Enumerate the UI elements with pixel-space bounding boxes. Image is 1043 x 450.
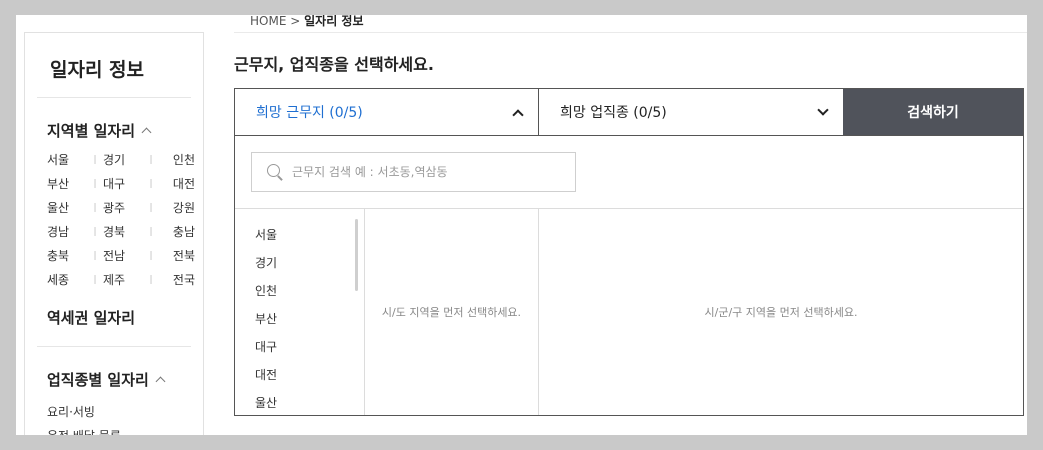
region-link[interactable]: 경북 — [103, 223, 143, 241]
region-link[interactable]: 경기 — [103, 151, 143, 169]
region-link[interactable]: 대전 — [159, 175, 195, 193]
page: HOME > 일자리 정보 일자리 정보 지역별 일자리 서울 | 경기 | 인천 … — [16, 15, 1027, 435]
breadcrumb-home[interactable]: HOME — [250, 15, 286, 28]
divider: | — [149, 227, 153, 237]
province-item[interactable]: 서울 — [255, 221, 364, 249]
region-section-label: 지역별 일자리 — [47, 122, 136, 140]
breadcrumb-current: 일자리 정보 — [304, 15, 364, 28]
job-section-label: 업직종별 일자리 — [47, 371, 149, 389]
region-link[interactable]: 세종 — [47, 271, 87, 289]
region-link[interactable]: 제주 — [103, 271, 143, 289]
city-column: 시/도 지역을 먼저 선택하세요. — [365, 209, 539, 415]
province-item[interactable]: 인천 — [255, 277, 364, 305]
region-link[interactable]: 충북 — [47, 247, 87, 265]
divider: | — [93, 179, 97, 189]
region-link[interactable]: 강원 — [159, 199, 195, 217]
region-section-toggle[interactable]: 지역별 일자리 — [37, 120, 191, 141]
province-item[interactable]: 경기 — [255, 249, 364, 277]
sidebar: 일자리 정보 지역별 일자리 서울 | 경기 | 인천 부산 | 대구 | 대전 울산 |… — [24, 32, 204, 435]
district-column-hint: 시/군/구 지역을 먼저 선택하세요. — [704, 306, 858, 319]
divider: | — [149, 251, 153, 261]
region-link[interactable]: 울산 — [47, 199, 87, 217]
divider: | — [149, 275, 153, 285]
province-item[interactable]: 부산 — [255, 305, 364, 333]
location-search-input[interactable] — [292, 165, 562, 179]
city-column-hint: 시/도 지역을 먼저 선택하세요. — [381, 306, 522, 319]
page-title: 근무지, 업직종을 선택하세요. — [234, 55, 434, 74]
breadcrumb: HOME > 일자리 정보 — [250, 15, 364, 29]
region-link[interactable]: 인천 — [159, 151, 195, 169]
district-column: 시/군/구 지역을 먼저 선택하세요. — [539, 209, 1023, 415]
sidebar-title: 일자리 정보 — [37, 33, 191, 98]
region-link[interactable]: 서울 — [47, 151, 87, 169]
province-item[interactable]: 대구 — [255, 333, 364, 361]
job-category-link[interactable]: 요리·서빙 — [47, 402, 191, 422]
breadcrumb-separator: > — [290, 15, 301, 28]
divider: | — [149, 179, 153, 189]
station-section-link[interactable]: 역세권 일자리 — [37, 307, 191, 347]
region-link[interactable]: 경남 — [47, 223, 87, 241]
search-icon — [266, 163, 284, 181]
location-selector-label: 희망 근무지 (0/5) — [256, 105, 363, 121]
region-link[interactable]: 광주 — [103, 199, 143, 217]
region-link[interactable]: 전남 — [103, 247, 143, 265]
region-link[interactable]: 전북 — [159, 247, 195, 265]
province-list: 서울 경기 인천 부산 대구 대전 울산 — [235, 209, 364, 415]
chevron-up-icon — [512, 108, 524, 121]
region-link[interactable]: 대구 — [103, 175, 143, 193]
divider: | — [93, 227, 97, 237]
divider: | — [93, 155, 97, 165]
region-picker: 서울 경기 인천 부산 대구 대전 울산 시/도 지역을 먼저 선택하세요. 시… — [235, 209, 1023, 415]
divider — [234, 32, 1027, 33]
divider: | — [93, 275, 97, 285]
province-scrollbar[interactable] — [355, 219, 358, 291]
divider: | — [149, 155, 153, 165]
province-item[interactable]: 울산 — [255, 389, 364, 415]
location-search-box — [251, 152, 576, 192]
province-item[interactable]: 대전 — [255, 361, 364, 389]
job-section-toggle[interactable]: 업직종별 일자리 — [37, 369, 191, 390]
divider: | — [93, 203, 97, 213]
region-link[interactable]: 부산 — [47, 175, 87, 193]
search-button[interactable]: 검색하기 — [843, 89, 1023, 135]
job-category-list: 요리·서빙 운전·배달·물류 — [37, 402, 191, 435]
region-link[interactable]: 전국 — [159, 271, 195, 289]
divider: | — [93, 251, 97, 261]
location-search-area — [235, 136, 1023, 209]
divider: | — [149, 203, 153, 213]
chevron-down-icon — [817, 103, 829, 116]
job-selector-tab[interactable]: 희망 업직종 (0/5) — [539, 89, 843, 135]
chevron-up-icon — [141, 127, 152, 138]
selector-bar: 희망 근무지 (0/5) 희망 업직종 (0/5) 검색하기 — [235, 89, 1023, 136]
region-list: 서울 | 경기 | 인천 부산 | 대구 | 대전 울산 | 광주 | 강원 경남 | 경북 |… — [37, 151, 195, 289]
province-column: 서울 경기 인천 부산 대구 대전 울산 — [235, 209, 365, 415]
chevron-up-icon — [155, 376, 166, 387]
job-search-panel: 희망 근무지 (0/5) 희망 업직종 (0/5) 검색하기 서울 경기 인천 — [234, 88, 1024, 416]
location-selector-tab[interactable]: 희망 근무지 (0/5) — [235, 89, 539, 135]
region-link[interactable]: 충남 — [159, 223, 195, 241]
job-category-link[interactable]: 운전·배달·물류 — [47, 426, 191, 435]
job-selector-label: 희망 업직종 (0/5) — [560, 105, 667, 121]
